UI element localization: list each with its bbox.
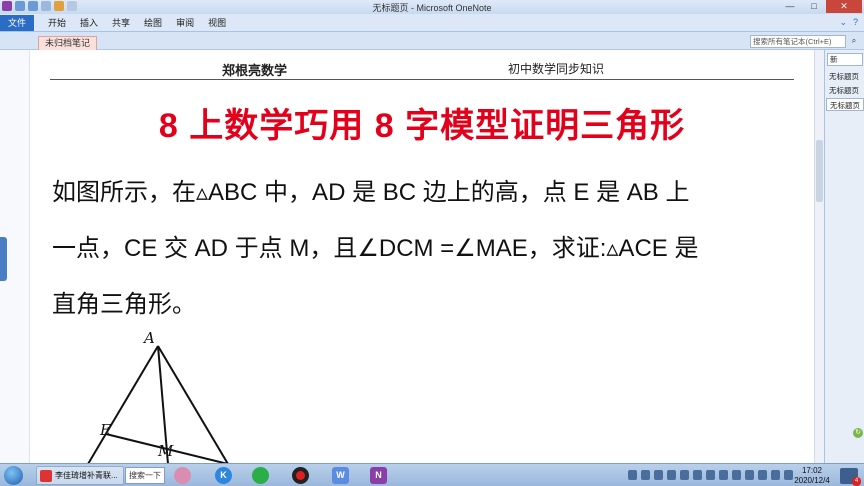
ribbon-right-controls: ⌄ ? — [839, 17, 858, 28]
side-ab — [87, 345, 159, 463]
tray-icon[interactable] — [758, 470, 767, 480]
notification-badge: 4 — [852, 477, 861, 486]
new-page-button[interactable]: 新 — [827, 53, 863, 66]
problem-line-2: 一点，CE 交 AD 于点 M，且∠DCM =∠MAE，求证:▵ACE 是 — [52, 235, 699, 262]
left-gutter: ⇲ — [0, 50, 30, 463]
vertical-scrollbar[interactable] — [814, 50, 824, 463]
record-icon[interactable] — [292, 467, 309, 484]
tray-icon[interactable] — [667, 470, 676, 480]
notification-icon[interactable]: 4 — [840, 468, 861, 486]
page-title: 8 上数学巧用 8 字模型证明三角形 — [158, 107, 686, 145]
section-tab-unfiled[interactable]: 未归档笔记 — [38, 36, 98, 50]
taskbar-app-label: 李佳琦增补青联... — [55, 471, 118, 480]
k-app-icon[interactable]: K — [215, 467, 232, 484]
help-icon[interactable]: ? — [853, 17, 858, 28]
tray-icon[interactable] — [680, 470, 689, 480]
window-controls: — □ ✕ — [778, 0, 862, 13]
notebook-pane-handle[interactable] — [0, 237, 7, 281]
problem-text: 如图所示，在▵ABC 中，AD 是 BC 边上的高，点 E 是 AB 上 一点，… — [52, 165, 812, 333]
browser-icon — [40, 470, 52, 482]
triangle-figure: A E M — [87, 329, 229, 463]
tray-icon[interactable] — [641, 470, 650, 480]
onenote-taskbar-icon[interactable]: N — [370, 467, 387, 484]
page-list-item[interactable]: 无标题页 — [826, 84, 864, 97]
tab-file[interactable]: 文件 — [0, 14, 34, 31]
page-list-item[interactable]: 无标题页 — [826, 70, 864, 83]
vertex-a-label: A — [142, 329, 155, 347]
header-divider — [50, 79, 794, 80]
taskbar-clock[interactable]: 17:02 2020/12/4 — [790, 466, 834, 486]
clock-date: 2020/12/4 — [794, 476, 830, 485]
close-button[interactable]: ✕ — [826, 0, 862, 13]
taskbar: 李佳琦增补青联... 搜索一下 K W N 17:02 2020/12/4 4 — [0, 463, 864, 486]
pages-panel: 新 无标题页 无标题页 无标题页 ↻ — [824, 50, 864, 463]
problem-line-1: 如图所示，在▵ABC 中，AD 是 BC 边上的高，点 E 是 AB 上 — [52, 179, 690, 206]
page-canvas[interactable]: 郑根亮数学 初中数学同步知识 8 上数学巧用 8 字模型证明三角形 如图所示，在… — [30, 50, 814, 463]
clock-time: 17:02 — [801, 466, 823, 475]
window-title: 无标题页 - Microsoft OneNote — [372, 3, 492, 13]
page-header-author: 郑根亮数学 — [222, 64, 288, 79]
tray-icon[interactable] — [628, 470, 637, 480]
tray-icon[interactable] — [654, 470, 663, 480]
tab-review[interactable]: 审阅 — [176, 16, 194, 29]
tab-insert[interactable]: 插入 — [80, 16, 98, 29]
search-input[interactable]: 搜索所有笔记本(Ctrl+E) — [750, 35, 846, 48]
tab-draw[interactable]: 绘图 — [144, 16, 162, 29]
app-pinned-icon[interactable] — [174, 467, 191, 484]
tray-icon[interactable] — [719, 470, 728, 480]
sync-status-icon[interactable]: ↻ — [853, 428, 863, 438]
ribbon-tabs: 文件 开始 插入 共享 绘图 审阅 视图 ⌄ ? — [0, 14, 864, 32]
tray-icon[interactable] — [693, 470, 702, 480]
point-e-label: E — [99, 421, 111, 439]
tab-home[interactable]: 开始 — [48, 16, 66, 29]
wechat-icon[interactable] — [252, 467, 269, 484]
point-m-label: M — [157, 442, 174, 460]
page-list-item-active[interactable]: 无标题页 — [826, 98, 864, 111]
scrollbar-thumb[interactable] — [816, 140, 823, 202]
system-tray — [628, 470, 793, 480]
tray-icon[interactable] — [706, 470, 715, 480]
search-icon[interactable]: ⌕ — [847, 35, 861, 48]
video-app-icon[interactable]: W — [332, 467, 349, 484]
window-titlebar: 无标题页 - Microsoft OneNote — □ ✕ — [0, 0, 864, 14]
start-button[interactable] — [4, 466, 23, 485]
taskbar-app-browser[interactable]: 李佳琦增补青联... — [36, 466, 124, 485]
expand-ribbon-icon[interactable]: ⌄ — [839, 17, 847, 28]
tab-view[interactable]: 视图 — [208, 16, 226, 29]
tray-icon[interactable] — [745, 470, 754, 480]
maximize-button[interactable]: □ — [802, 0, 826, 13]
taskbar-search[interactable]: 搜索一下 — [125, 467, 165, 484]
minimize-button[interactable]: — — [778, 0, 802, 13]
volume-icon[interactable] — [771, 470, 780, 480]
tab-share[interactable]: 共享 — [112, 16, 130, 29]
tray-icon[interactable] — [732, 470, 741, 480]
section-bar: 未归档笔记 搜索所有笔记本(Ctrl+E) ⌕ — [0, 32, 864, 50]
page-header-subject: 初中数学同步知识 — [508, 62, 605, 76]
